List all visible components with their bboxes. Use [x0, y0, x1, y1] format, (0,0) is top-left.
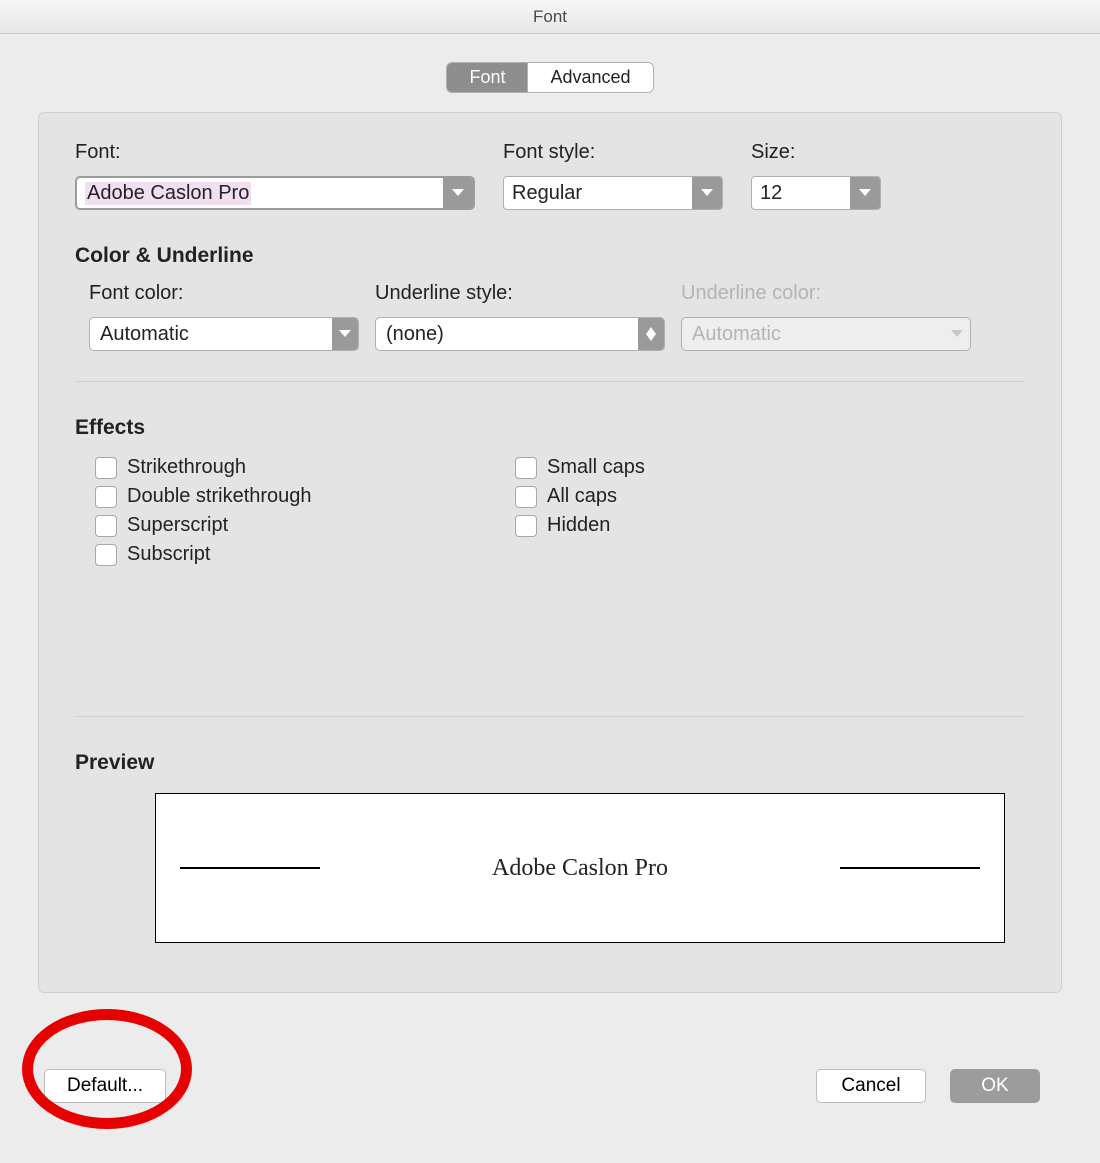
chevron-down-icon[interactable]	[443, 178, 473, 208]
font-label: Font:	[75, 141, 475, 164]
checkbox-icon[interactable]	[515, 515, 537, 537]
checkbox-label: Subscript	[127, 543, 210, 566]
checkbox-small-caps[interactable]: Small caps	[515, 456, 1025, 479]
size-value[interactable]: 12	[752, 177, 850, 209]
divider	[75, 716, 1025, 717]
font-panel: Font: Adobe Caslon Pro Font style: Regul…	[38, 112, 1062, 993]
font-color-value: Automatic	[90, 323, 332, 346]
tab-advanced[interactable]: Advanced	[528, 63, 652, 92]
checkbox-all-caps[interactable]: All caps	[515, 485, 1025, 508]
underline-color-value: Automatic	[682, 323, 944, 346]
checkbox-double-strikethrough[interactable]: Double strikethrough	[95, 485, 515, 508]
font-combobox[interactable]: Adobe Caslon Pro	[75, 176, 475, 210]
font-input-value[interactable]: Adobe Caslon Pro	[85, 182, 251, 205]
underline-style-select[interactable]: (none)	[375, 317, 665, 351]
preview-text: Adobe Caslon Pro	[492, 855, 668, 882]
checkbox-label: Strikethrough	[127, 456, 246, 479]
preview-rule-left	[180, 867, 320, 869]
dialog-body: Font Advanced Font: Adobe Caslon Pro Fon…	[0, 34, 1100, 1163]
underline-style-label: Underline style:	[375, 282, 665, 305]
checkbox-icon[interactable]	[515, 486, 537, 508]
chevron-down-icon	[944, 318, 970, 350]
checkbox-icon[interactable]	[95, 457, 117, 479]
color-underline-heading: Color & Underline	[75, 244, 1025, 268]
preview-heading: Preview	[75, 751, 1025, 775]
cancel-button[interactable]: Cancel	[816, 1069, 926, 1103]
font-style-combobox[interactable]: Regular	[503, 176, 723, 210]
checkbox-hidden[interactable]: Hidden	[515, 514, 1025, 537]
checkbox-icon[interactable]	[95, 544, 117, 566]
window-title: Font	[0, 0, 1100, 34]
font-color-label: Font color:	[89, 282, 359, 305]
stepper-icon[interactable]	[638, 318, 664, 350]
preview-rule-right	[840, 867, 980, 869]
checkbox-label: All caps	[547, 485, 617, 508]
checkbox-icon[interactable]	[95, 486, 117, 508]
dialog-footer: Default... Cancel OK	[0, 1023, 1100, 1163]
preview-box: Adobe Caslon Pro	[155, 793, 1005, 943]
checkbox-label: Superscript	[127, 514, 228, 537]
checkbox-icon[interactable]	[515, 457, 537, 479]
effects-heading: Effects	[75, 416, 1025, 440]
chevron-down-icon[interactable]	[332, 318, 358, 350]
checkbox-subscript[interactable]: Subscript	[95, 543, 515, 566]
checkbox-label: Double strikethrough	[127, 485, 312, 508]
underline-style-value: (none)	[376, 323, 638, 346]
font-color-select[interactable]: Automatic	[89, 317, 359, 351]
checkbox-superscript[interactable]: Superscript	[95, 514, 515, 537]
tab-switcher: Font Advanced	[10, 34, 1090, 93]
size-label: Size:	[751, 141, 881, 164]
checkbox-strikethrough[interactable]: Strikethrough	[95, 456, 515, 479]
checkbox-icon[interactable]	[95, 515, 117, 537]
ok-button[interactable]: OK	[950, 1069, 1040, 1103]
divider	[75, 381, 1025, 382]
chevron-down-icon[interactable]	[850, 177, 880, 209]
underline-color-select: Automatic	[681, 317, 971, 351]
size-combobox[interactable]: 12	[751, 176, 881, 210]
checkbox-label: Hidden	[547, 514, 610, 537]
font-style-value[interactable]: Regular	[504, 177, 692, 209]
checkbox-label: Small caps	[547, 456, 645, 479]
tab-font[interactable]: Font	[447, 63, 528, 92]
chevron-down-icon[interactable]	[692, 177, 722, 209]
font-style-label: Font style:	[503, 141, 723, 164]
default-button[interactable]: Default...	[44, 1069, 166, 1103]
underline-color-label: Underline color:	[681, 282, 971, 305]
